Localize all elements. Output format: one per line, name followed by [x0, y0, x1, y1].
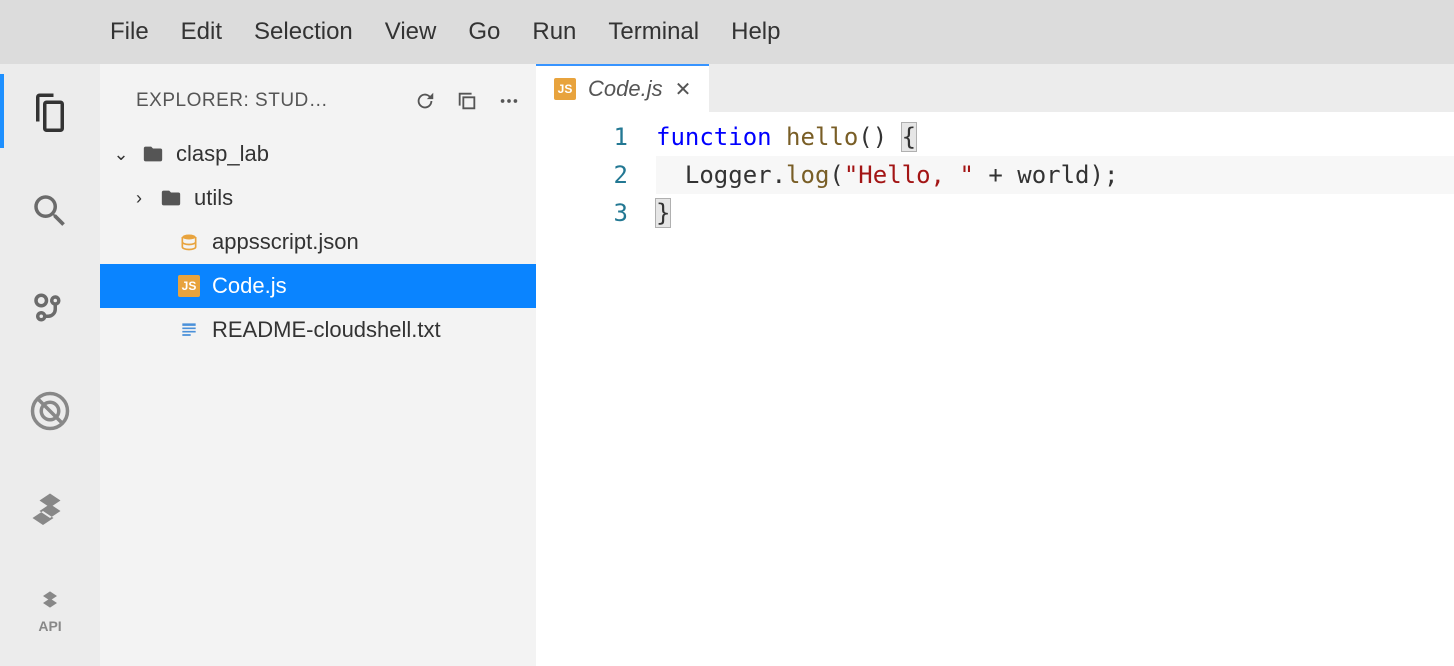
tree-folder-utils[interactable]: › utils: [100, 176, 536, 220]
code-line: }: [656, 194, 1454, 232]
source-control-icon: [29, 290, 71, 332]
folder-icon: [140, 143, 166, 165]
editor-area: JS Code.js ✕ 1 2 3 function hello() { Lo…: [536, 64, 1454, 666]
debug-disabled-icon: [29, 390, 71, 432]
tree-file-appsscript[interactable]: appsscript.json: [100, 220, 536, 264]
cloud-api-icon: [33, 589, 67, 617]
tab-code-js[interactable]: JS Code.js ✕: [536, 64, 709, 112]
menu-view[interactable]: View: [385, 18, 437, 46]
tree-label: clasp_lab: [176, 141, 269, 167]
more-icon[interactable]: [498, 90, 520, 112]
explorer-header: EXPLORER: STUD…: [100, 76, 536, 126]
refresh-icon[interactable]: [414, 90, 436, 112]
file-tree: ⌄ clasp_lab › utils appsscript.json: [100, 126, 536, 352]
api-label: API: [38, 619, 61, 633]
close-icon[interactable]: ✕: [675, 77, 692, 102]
js-icon: JS: [176, 275, 202, 297]
tree-label: README-cloudshell.txt: [212, 317, 441, 343]
line-number: 1: [536, 118, 628, 156]
menu-go[interactable]: Go: [468, 18, 500, 46]
explorer-sidebar: EXPLORER: STUD… ⌄ clasp_lab › utils: [100, 64, 536, 666]
activity-extensions[interactable]: [0, 482, 100, 540]
activity-source-control[interactable]: [0, 282, 100, 340]
code-line: function hello() {: [656, 118, 1454, 156]
menu-file[interactable]: File: [110, 18, 149, 46]
menu-help[interactable]: Help: [731, 18, 780, 46]
text-file-icon: [176, 320, 202, 340]
js-icon: JS: [554, 78, 576, 100]
collapse-all-icon[interactable]: [456, 90, 478, 112]
code-editor[interactable]: 1 2 3 function hello() { Logger.log("Hel…: [536, 112, 1454, 666]
menu-edit[interactable]: Edit: [181, 18, 222, 46]
tree-file-code-js[interactable]: JS Code.js: [100, 264, 536, 308]
tree-file-readme[interactable]: README-cloudshell.txt: [100, 308, 536, 352]
editor-tabs: JS Code.js ✕: [536, 64, 1454, 112]
activity-bar: API: [0, 64, 100, 666]
activity-cloud-api[interactable]: API: [0, 582, 100, 640]
menu-run[interactable]: Run: [532, 18, 576, 46]
line-gutter: 1 2 3: [536, 118, 656, 666]
code-body[interactable]: function hello() { Logger.log("Hello, " …: [656, 118, 1454, 666]
activity-explorer[interactable]: [0, 82, 100, 140]
tree-label: appsscript.json: [212, 229, 359, 255]
explorer-title: EXPLORER: STUD…: [136, 90, 402, 112]
tree-label: utils: [194, 185, 233, 211]
menu-terminal[interactable]: Terminal: [608, 18, 699, 46]
menu-bar: File Edit Selection View Go Run Terminal…: [0, 0, 1454, 64]
menu-selection[interactable]: Selection: [254, 18, 353, 46]
line-number: 2: [536, 156, 628, 194]
extensions-icon: [29, 490, 71, 532]
search-icon: [29, 190, 71, 232]
activity-search[interactable]: [0, 182, 100, 240]
chevron-down-icon: ⌄: [112, 144, 130, 165]
code-line: Logger.log("Hello, " + world);: [656, 156, 1454, 194]
chevron-right-icon: ›: [130, 188, 148, 209]
files-icon: [29, 90, 71, 132]
tab-label: Code.js: [588, 76, 663, 102]
json-icon: [176, 232, 202, 252]
folder-icon: [158, 187, 184, 209]
activity-debug[interactable]: [0, 382, 100, 440]
line-number: 3: [536, 194, 628, 232]
tree-label: Code.js: [212, 273, 287, 299]
tree-folder-root[interactable]: ⌄ clasp_lab: [100, 132, 536, 176]
